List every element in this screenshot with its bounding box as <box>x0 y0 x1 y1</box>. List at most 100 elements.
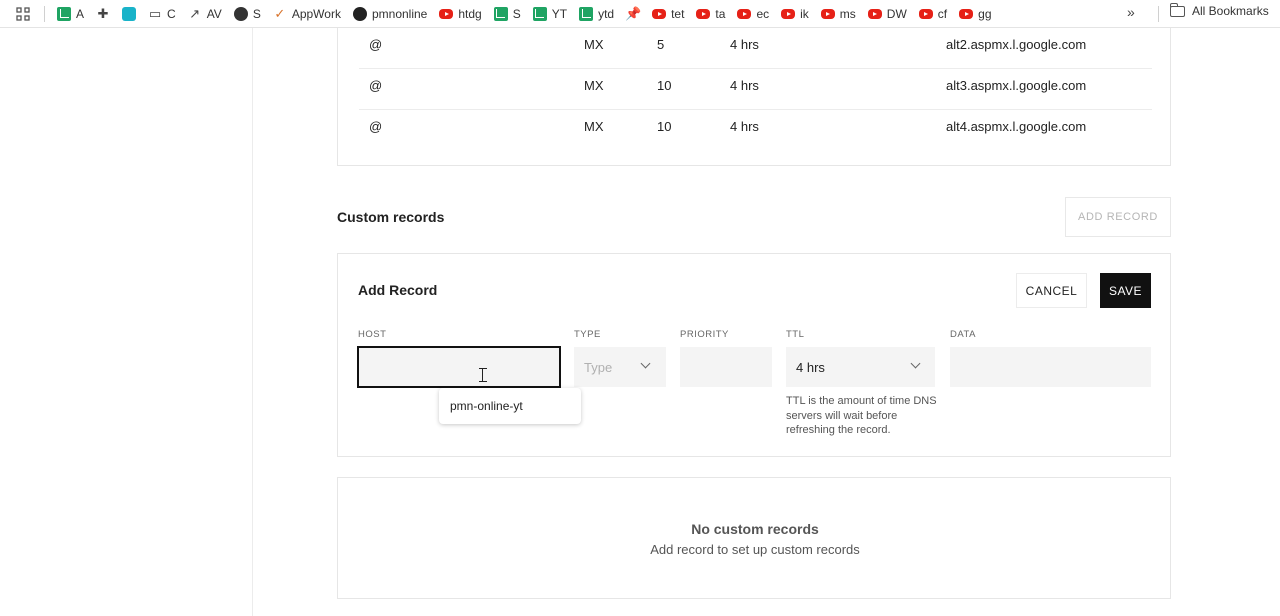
bookmark-label: S <box>252 6 261 21</box>
sheets-icon <box>532 6 547 21</box>
table-row: @ MX 10 4 hrs alt4.aspmx.l.google.com <box>359 110 1152 151</box>
bookmarks-separator <box>1158 6 1159 22</box>
data-label: DATA <box>950 329 976 340</box>
cancel-button[interactable]: CANCEL <box>1016 273 1087 308</box>
bookmark-item[interactable]: YT <box>529 2 571 26</box>
cell-priority: 10 <box>657 78 672 93</box>
bookmark-label: AV <box>206 6 222 21</box>
bookmark-label: pmnonline <box>371 6 428 21</box>
bookmark-label: ec <box>756 6 770 21</box>
empty-title: No custom records <box>691 521 819 537</box>
type-select[interactable]: Type <box>574 347 666 387</box>
bookmark-item[interactable]: cf <box>915 2 951 26</box>
youtube-icon <box>867 8 882 19</box>
chevron-down-icon <box>640 358 651 369</box>
bookmark-item[interactable]: ✚ <box>92 2 114 26</box>
folder-icon <box>1169 2 1185 17</box>
cell-type: MX <box>584 78 604 93</box>
save-button[interactable]: SAVE <box>1100 273 1151 308</box>
bookmark-item[interactable]: ▭ C <box>144 2 180 26</box>
ttl-value: 4 hrs <box>796 359 825 375</box>
bookmark-item[interactable]: A <box>53 2 88 26</box>
sheets-icon <box>493 6 508 21</box>
sheets-icon <box>57 6 71 21</box>
youtube-icon <box>959 8 974 19</box>
form-title: Add Record <box>358 282 438 298</box>
host-label: HOST <box>358 329 387 340</box>
globe-icon <box>233 6 248 21</box>
bookmarks-separator <box>44 5 45 22</box>
bookmark-item[interactable]: htdg <box>435 2 485 26</box>
bookmark-item[interactable]: ta <box>692 2 729 26</box>
cell-ttl: 4 hrs <box>730 78 759 93</box>
bookmark-label: htdg <box>458 6 482 21</box>
youtube-icon <box>652 8 667 19</box>
bookmark-item[interactable]: S <box>230 2 265 26</box>
youtube-icon <box>781 8 796 19</box>
mx-records-table: @ MX 5 4 hrs alt2.aspmx.l.google.com @ M… <box>337 28 1171 166</box>
folder-icon: ▭ <box>148 5 162 21</box>
custom-records-empty-state: No custom records Add record to set up c… <box>337 477 1171 599</box>
bookmark-label: cf <box>937 6 948 21</box>
bookmark-item[interactable]: DW <box>864 2 911 26</box>
bookmark-item[interactable]: pmnonline <box>349 2 431 26</box>
ttl-help-text: TTL is the amount of time DNS servers wi… <box>786 395 937 436</box>
ttl-select[interactable]: 4 hrs <box>786 347 935 387</box>
cell-ttl: 4 hrs <box>730 119 759 134</box>
sheets-icon <box>579 6 594 21</box>
cell-data: alt2.aspmx.l.google.com <box>946 37 1087 52</box>
youtube-icon <box>918 8 933 19</box>
bookmark-item[interactable]: ms <box>817 2 860 26</box>
pin-icon: 📌 <box>624 5 642 21</box>
bookmark-label: DW <box>886 6 907 21</box>
bookmarks-bar: A ✚ ▭ C ↗ AV S ✓ AppWork pmnonline htdg S YT ytd 📌 tet t… <box>0 0 1280 28</box>
data-input[interactable] <box>950 347 1151 387</box>
bookmark-item[interactable]: ytd <box>575 2 618 26</box>
bookmark-label: AppWork <box>291 6 341 21</box>
bookmark-item[interactable]: ik <box>777 2 813 26</box>
ttl-label: TTL <box>786 329 805 340</box>
cell-priority: 5 <box>657 37 665 52</box>
chevron-down-icon <box>910 358 921 369</box>
bookmark-item[interactable]: S <box>490 2 525 26</box>
sidebar-divider <box>252 28 253 616</box>
bookmark-item[interactable]: 📌 <box>622 2 644 26</box>
bookmark-item[interactable]: ec <box>733 2 773 26</box>
table-row: @ MX 10 4 hrs alt3.aspmx.l.google.com <box>359 69 1152 110</box>
bookmark-label: ta <box>715 6 726 21</box>
bookmark-item[interactable]: ✓ AppWork <box>269 2 345 26</box>
text-cursor-icon <box>479 368 487 382</box>
youtube-icon <box>696 8 711 19</box>
bookmark-label: gg <box>978 6 992 21</box>
youtube-icon <box>439 8 454 19</box>
bookmark-label: C <box>167 6 176 21</box>
youtube-icon <box>737 8 752 19</box>
bookmark-item[interactable] <box>118 2 140 26</box>
check-icon: ✓ <box>274 5 286 21</box>
type-placeholder: Type <box>584 359 613 375</box>
bookmark-item[interactable]: gg <box>955 2 995 26</box>
apps-grid-icon[interactable] <box>12 3 34 25</box>
add-record-form: Add Record CANCEL SAVE HOST TYPE PRIORIT… <box>337 253 1171 457</box>
youtube-icon <box>820 8 835 19</box>
bookmark-label: A <box>76 6 85 21</box>
cell-type: MX <box>584 37 604 52</box>
host-input[interactable] <box>357 346 561 388</box>
table-row: @ MX 5 4 hrs alt2.aspmx.l.google.com <box>359 28 1152 69</box>
bookmark-label: YT <box>551 6 568 21</box>
priority-label: PRIORITY <box>680 329 729 340</box>
bookmark-item[interactable]: ↗ AV <box>184 2 226 26</box>
cell-ttl: 4 hrs <box>730 37 759 52</box>
all-bookmarks-button[interactable]: All Bookmarks <box>1169 2 1269 18</box>
bookmark-list: A ✚ ▭ C ↗ AV S ✓ AppWork pmnonline htdg S YT ytd 📌 tet t… <box>53 2 1000 26</box>
more-bookmarks-icon[interactable]: » <box>1127 4 1135 20</box>
add-record-button[interactable]: ADD RECORD <box>1065 197 1171 237</box>
autocomplete-suggestion[interactable]: pmn-online-yt <box>439 388 581 424</box>
cell-type: MX <box>584 119 604 134</box>
bookmark-item[interactable]: tet <box>648 2 688 26</box>
all-bookmarks-label: All Bookmarks <box>1192 4 1269 18</box>
cell-host: @ <box>369 37 383 52</box>
priority-input[interactable] <box>680 347 772 387</box>
bookmark-label: ms <box>839 6 856 21</box>
puzzle-icon: ✚ <box>97 5 109 21</box>
